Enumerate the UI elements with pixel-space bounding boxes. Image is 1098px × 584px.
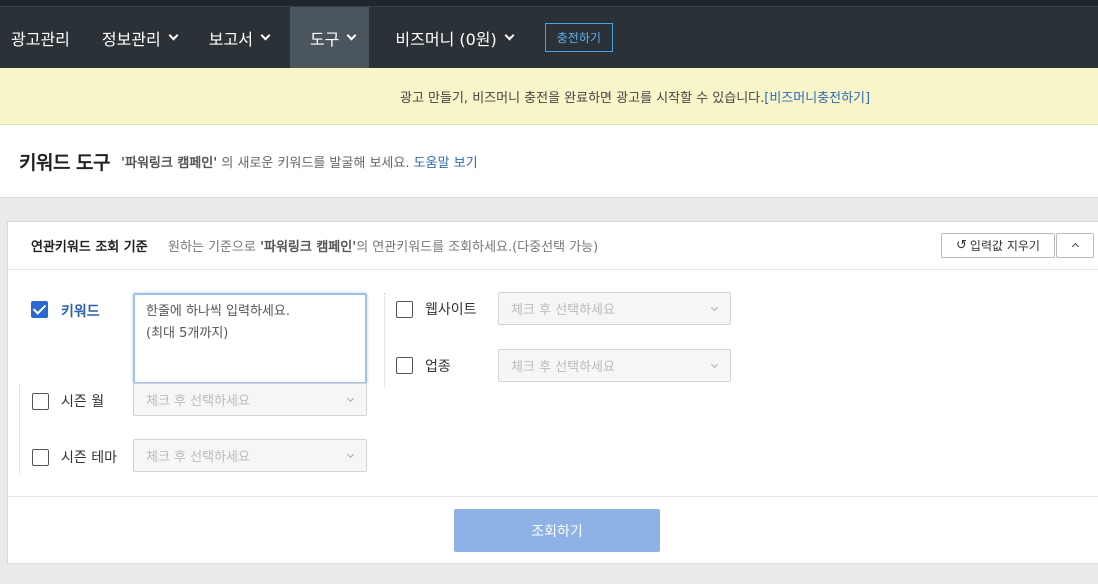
website-label: 웹사이트	[425, 302, 477, 318]
keyword-label: 키워드	[61, 304, 100, 320]
panel-description: 원하는 기준으로 '파워링크 캠페인'의 연관키워드를 조회하세요.(다중선택 …	[168, 236, 598, 255]
nav-label: 정보관리	[101, 29, 161, 49]
keyword-textarea[interactable]: 한줄에 하나씩 입력하세요. (최대 5개까지)	[133, 293, 367, 384]
chevron-down-icon	[346, 450, 355, 459]
chevron-down-icon	[710, 303, 719, 312]
page-desc-text: 의 새로운 키워드를 발굴해 보세요.	[217, 156, 414, 171]
notice-text: 광고 만들기, 비즈머니 충전을 완료하면 광고를 시작할 수 있습니다.	[400, 91, 765, 106]
season-month-checkbox[interactable]	[32, 393, 49, 410]
clear-input-label: 입력값 지우기	[969, 239, 1040, 253]
undo-icon: ↺	[956, 238, 967, 253]
season-theme-select[interactable]: 체크 후 선택하세요	[133, 439, 367, 472]
season-theme-checkbox[interactable]	[32, 449, 49, 466]
help-link[interactable]: 도움말 보기	[414, 156, 478, 171]
website-checkbox[interactable]	[396, 301, 413, 318]
nav-label: 비즈머니 (0원)	[395, 29, 497, 49]
nav-ad-management[interactable]: 광고관리	[0, 7, 91, 68]
nav-info-management[interactable]: 정보관리	[91, 7, 198, 68]
select-placeholder: 체크 후 선택하세요	[511, 360, 615, 375]
panel-header: 연관키워드 조회 기준 원하는 기준으로 '파워링크 캠페인'의 연관키워드를 …	[8, 222, 1098, 270]
notice-banner: 광고 만들기, 비즈머니 충전을 완료하면 광고를 시작할 수 있습니다.[비즈…	[0, 68, 1098, 125]
season-theme-label: 시즌 테마	[61, 450, 117, 466]
website-select[interactable]: 체크 후 선택하세요	[498, 292, 731, 325]
chevron-down-icon	[346, 30, 357, 40]
top-nav: 광고관리 정보관리 보고서 도구 비즈머니 (0원) 충전하기	[0, 6, 1098, 68]
nav-reports[interactable]: 보고서	[198, 7, 290, 68]
industry-label: 업종	[425, 359, 451, 375]
charge-button[interactable]: 충전하기	[544, 23, 613, 52]
chevron-down-icon	[504, 30, 515, 40]
chevron-down-icon	[260, 30, 271, 40]
notice-text-wrap: 광고 만들기, 비즈머니 충전을 완료하면 광고를 시작할 수 있습니다.[비즈…	[400, 87, 870, 106]
select-placeholder: 체크 후 선택하세요	[146, 394, 250, 409]
bizmoney-charge-link[interactable]: [비즈머니충전하기]	[764, 91, 870, 106]
page-title: 키워드 도구	[19, 152, 111, 174]
season-month-label: 시즌 월	[61, 394, 105, 410]
footer-divider	[8, 496, 1098, 497]
nav-tools[interactable]: 도구	[289, 7, 370, 68]
industry-select[interactable]: 체크 후 선택하세요	[498, 349, 731, 382]
nav-label: 광고관리	[11, 29, 70, 49]
search-button[interactable]: 조회하기	[454, 509, 660, 552]
keyword-checkbox[interactable]	[31, 301, 48, 318]
industry-checkbox[interactable]	[396, 357, 413, 374]
chevron-up-icon	[1071, 242, 1080, 251]
nav-bizmoney[interactable]: 비즈머니 (0원)	[369, 7, 532, 68]
campaign-name: '파워링크 캠페인'	[121, 156, 218, 171]
season-month-select[interactable]: 체크 후 선택하세요	[133, 383, 367, 416]
divider	[19, 384, 20, 474]
nav-label: 도구	[309, 29, 340, 49]
collapse-panel-button[interactable]	[1056, 233, 1094, 258]
panel-desc-pre: 원하는 기준으로	[168, 240, 260, 255]
divider	[384, 293, 385, 387]
nav-label: 보고서	[208, 29, 253, 49]
panel-campaign-name: '파워링크 캠페인'	[260, 240, 357, 255]
panel-desc-post: 의 연관키워드를 조회하세요.(다중선택 가능)	[356, 240, 599, 255]
chevron-down-icon	[168, 30, 179, 40]
page-header: 키워드 도구 '파워링크 캠페인' 의 새로운 키워드를 발굴해 보세요. 도움…	[0, 125, 1098, 198]
clear-input-button[interactable]: ↺ 입력값 지우기	[941, 233, 1055, 258]
page-description: '파워링크 캠페인' 의 새로운 키워드를 발굴해 보세요. 도움말 보기	[121, 152, 478, 171]
select-placeholder: 체크 후 선택하세요	[511, 303, 615, 318]
chevron-down-icon	[710, 360, 719, 369]
panel-title: 연관키워드 조회 기준	[31, 240, 148, 255]
chevron-down-icon	[346, 394, 355, 403]
keyword-query-panel: 연관키워드 조회 기준 원하는 기준으로 '파워링크 캠페인'의 연관키워드를 …	[7, 221, 1098, 564]
select-placeholder: 체크 후 선택하세요	[146, 450, 250, 465]
